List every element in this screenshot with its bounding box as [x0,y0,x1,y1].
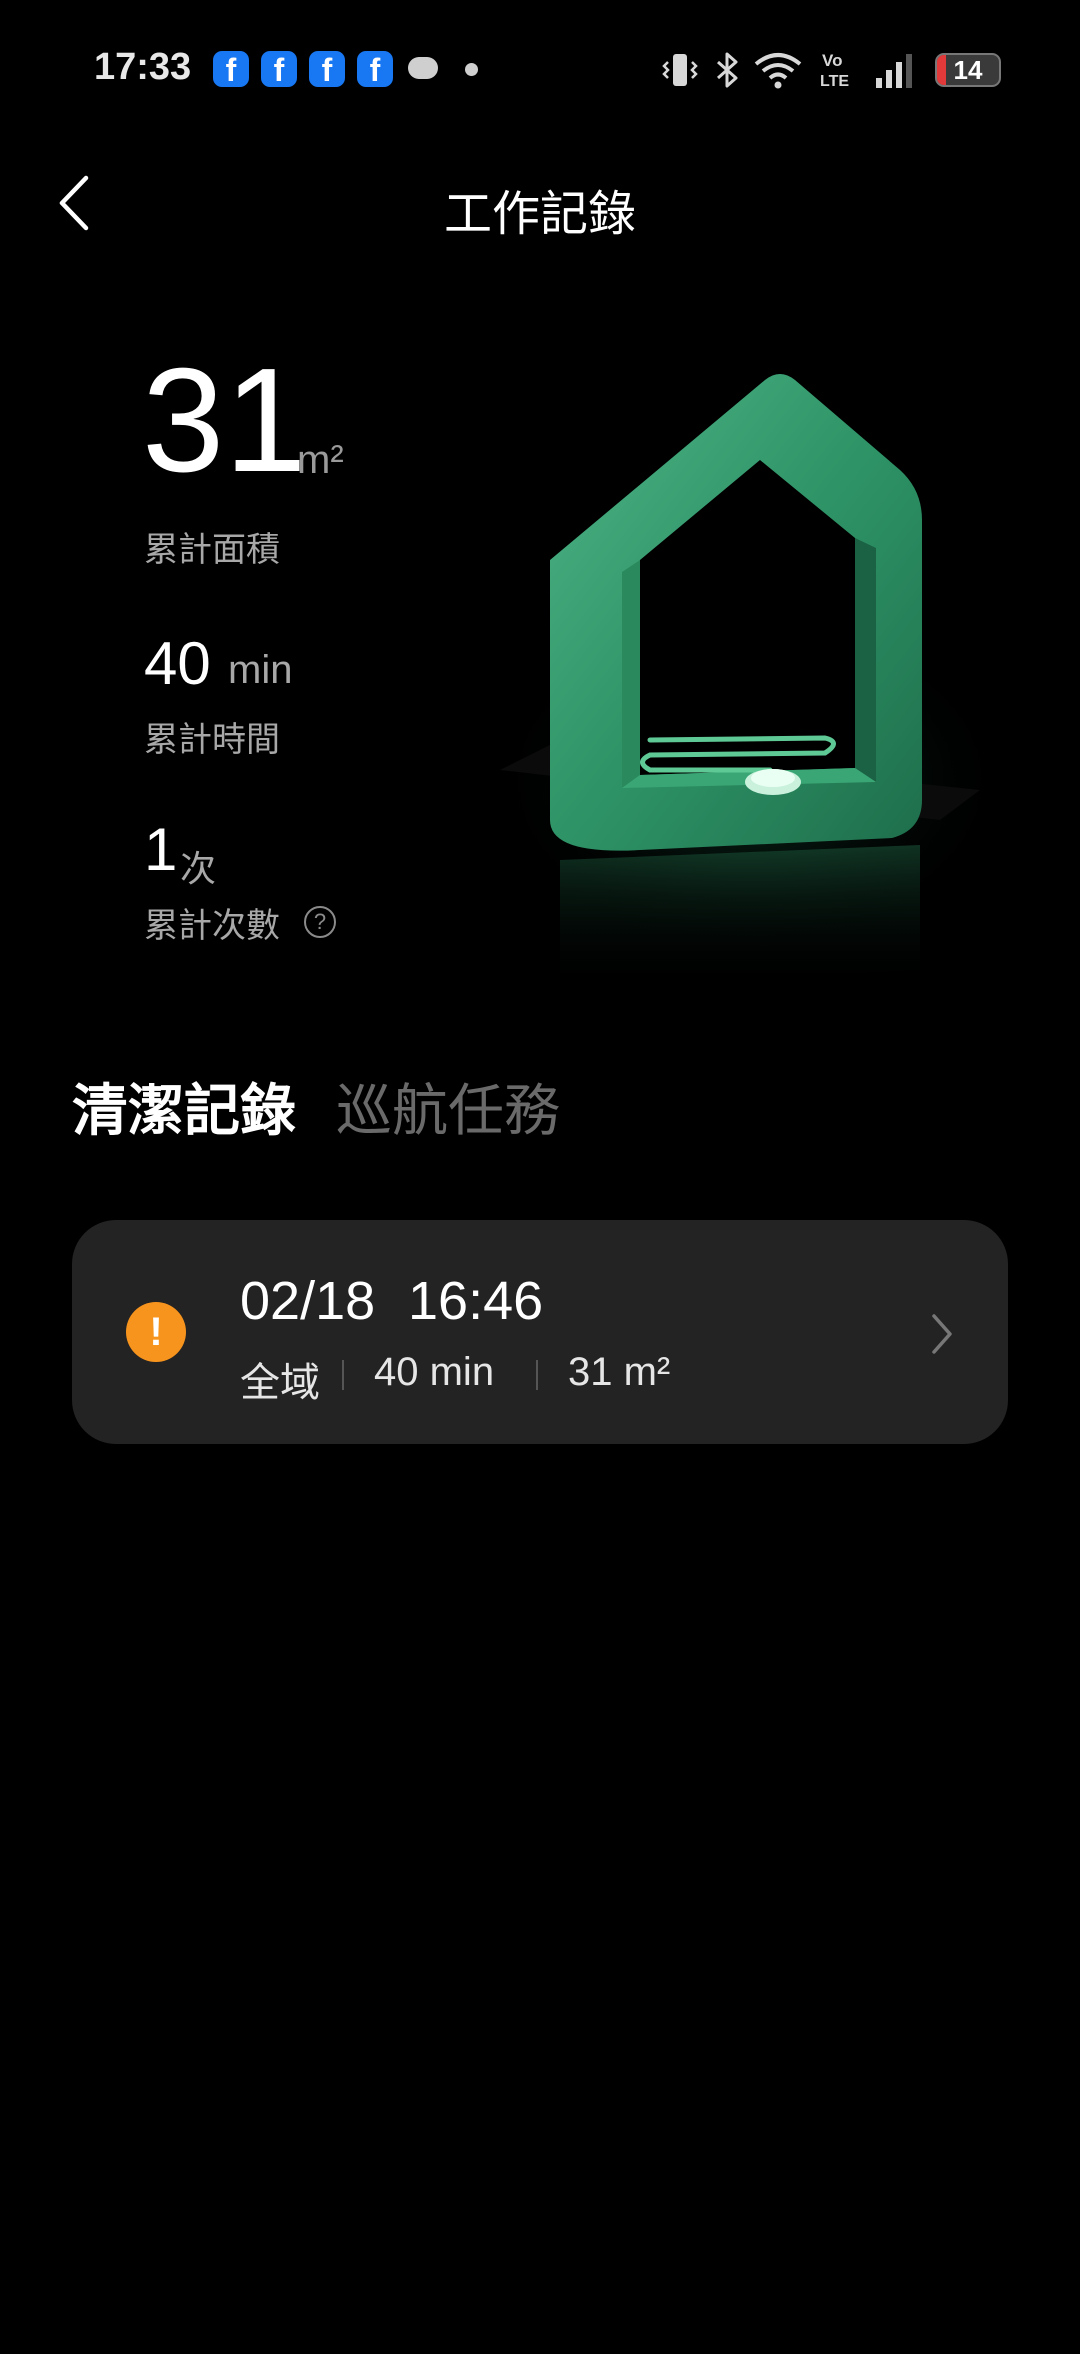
record-time: 16:46 [408,1271,544,1331]
svg-text:Vo: Vo [822,51,842,70]
status-bar: 17:33 f f f f Vo LTE 14 [0,0,1080,140]
record-area: 31 m² [568,1350,671,1394]
tab-patrol-tasks[interactable]: 巡航任務 [336,1066,560,1147]
warning-icon: ! [126,1302,186,1362]
status-time: 17:33 [94,46,192,88]
facebook-icon: f [309,51,345,88]
total-time-label: 累計時間 [144,720,280,760]
page-title: 工作記錄 [443,186,636,242]
chat-bubble-icon [408,57,438,79]
record-duration: 40 min [374,1350,495,1394]
divider [342,1360,344,1390]
signal-icon [876,54,912,88]
vibrate-icon [662,54,698,86]
total-area-unit: m² [297,438,344,482]
total-time-value: 40 [144,630,211,697]
facebook-icon: f [357,51,393,88]
volte-icon: Vo LTE [820,51,849,90]
bluetooth-icon [717,52,738,88]
divider [536,1360,538,1390]
chevron-right-icon [932,1314,952,1354]
battery-level: 14 [953,55,983,85]
dot-icon [465,63,478,76]
battery-icon: 14 [935,53,1001,87]
house-illustration [490,374,1010,990]
total-count-label: 累計次數 [144,906,280,946]
wifi-icon [754,53,802,89]
svg-text:LTE: LTE [820,73,849,90]
record-scope: 全域 [240,1360,320,1406]
total-area-value: 31 [142,338,307,503]
total-time-unit: min [228,648,293,692]
tab-cleaning-records[interactable]: 清潔記錄 [72,1066,296,1147]
record-card[interactable]: ! 02/18 16:46 全域 40 min 31 m² [72,1220,1008,1444]
total-count-value: 1 [144,816,178,883]
facebook-icon: f [213,51,249,88]
record-date: 02/18 [240,1271,376,1331]
help-icon[interactable]: ? [304,906,336,938]
total-count-unit: 次 [180,848,217,889]
facebook-icon: f [261,51,297,88]
total-area-label: 累計面積 [144,530,280,570]
